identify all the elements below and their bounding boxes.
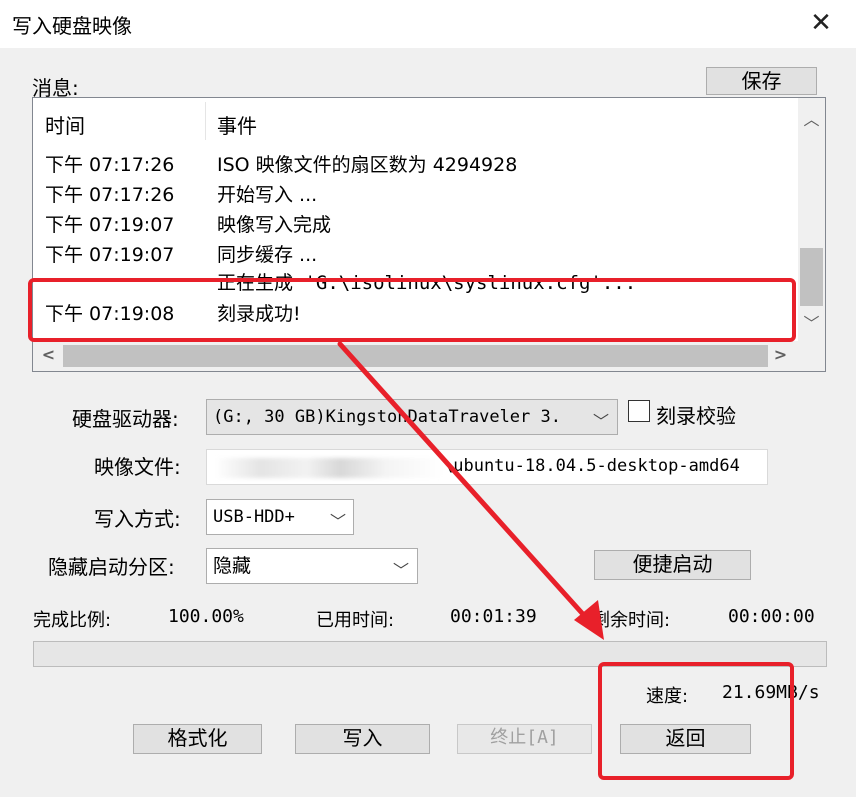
annotation-arrow xyxy=(337,341,604,640)
